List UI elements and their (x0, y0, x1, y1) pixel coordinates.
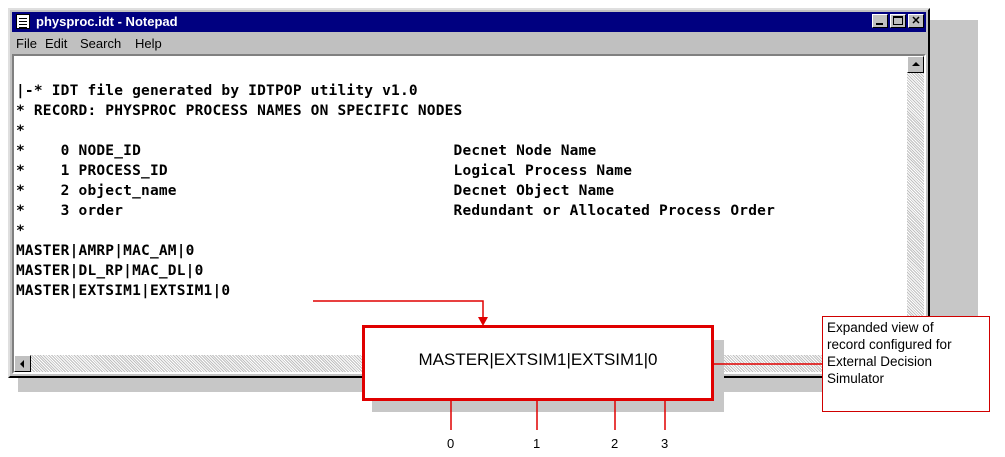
note-line: record configured for (827, 337, 952, 352)
note-line: Simulator (827, 371, 885, 386)
record-connector (313, 300, 484, 322)
field-index-0: 0 (447, 436, 455, 451)
field-index-3: 3 (661, 436, 669, 451)
field-index-1: 1 (533, 436, 541, 451)
expanded-record-box: MASTER|EXTSIM1|EXTSIM1|0 (362, 325, 714, 401)
note-line: Expanded view of (827, 320, 934, 335)
expanded-record-text: MASTER|EXTSIM1|EXTSIM1|0 (418, 350, 658, 369)
field-index-2: 2 (611, 436, 619, 451)
note-line: External Decision (827, 354, 933, 369)
callout-note: Expanded view of record configured for E… (822, 316, 990, 412)
